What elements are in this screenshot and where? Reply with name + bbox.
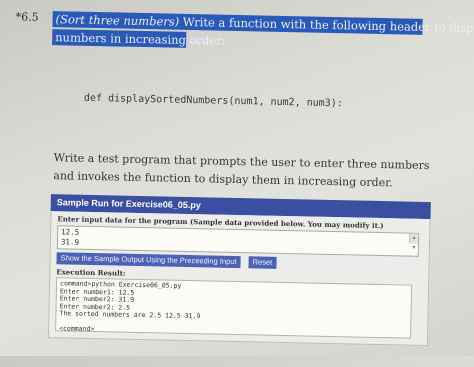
execution-result-box: command>python Exercise06_05.py Enter nu…	[55, 277, 413, 339]
reset-button[interactable]: Reset	[248, 256, 277, 269]
sample-run-panel: Sample Run for Exercise06_05.py Enter in…	[47, 194, 431, 347]
scroll-up-icon[interactable]: ▲	[410, 234, 418, 244]
textbook-page: *6.5 (Sort three numbers) Write a functi…	[0, 0, 474, 366]
instruction-paragraph: Write a test program that prompts the us…	[53, 151, 430, 190]
exercise-title-italic: (Sort three numbers)	[55, 12, 180, 29]
function-header-code: def displaySortedNumbers(num1, num2, num…	[83, 92, 343, 110]
show-sample-output-button[interactable]: Show the Sample Output Using the Preceed…	[56, 252, 241, 269]
input-data-textarea[interactable]: 12.5 31.9 ▲ ▼	[56, 225, 420, 257]
sample-run-body: Enter input data for the program (Sample…	[47, 211, 431, 347]
scroll-down-icon[interactable]: ▼	[410, 244, 418, 254]
exercise-title-line2: numbers in increasing order:	[52, 29, 226, 48]
input-scrollbar[interactable]: ▲ ▼	[408, 233, 419, 251]
exercise-number: *6.5	[15, 10, 39, 24]
